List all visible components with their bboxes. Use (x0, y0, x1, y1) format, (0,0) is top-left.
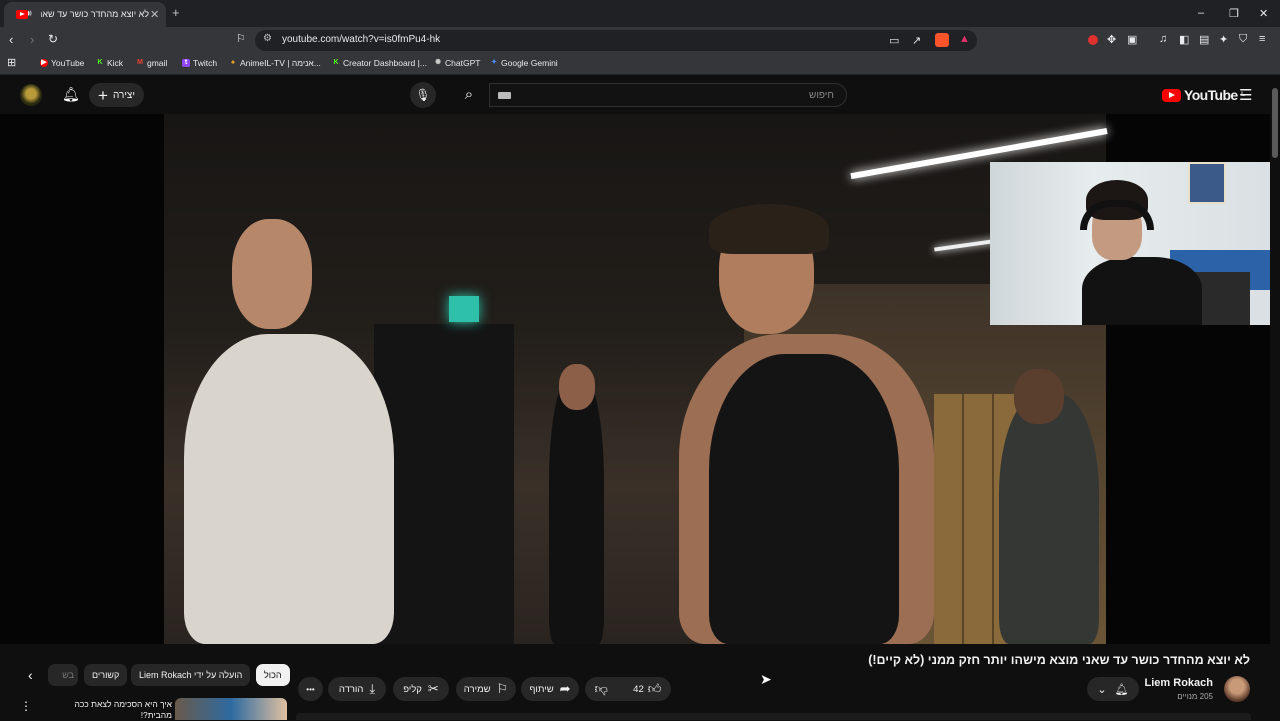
clip-button[interactable]: ✂ קליפ (393, 677, 449, 701)
plus-icon: + (98, 85, 108, 105)
brave-shield-icon[interactable] (935, 33, 949, 47)
subscription-bell-button[interactable]: ⌄ 🔔︎ (1087, 677, 1139, 701)
video-player[interactable] (0, 114, 1270, 644)
vpn-shield-icon[interactable]: ⛉ (1239, 33, 1247, 46)
video-title: לא יוצא מהחדר כושר עד שאני מוצא מישהו יו… (868, 653, 1250, 667)
youtube-logo[interactable]: YouTube IL (1162, 87, 1245, 103)
like-button[interactable]: 👍︎ 42 (633, 681, 661, 697)
download-icon: ⤓ (369, 681, 376, 696)
maximize-button[interactable]: ❐ (1229, 7, 1239, 20)
cast-icon[interactable]: ▭ (889, 34, 899, 47)
gemini-icon: ✦ (491, 59, 497, 66)
video-frame (164, 114, 1108, 644)
menu-icon[interactable]: ≡ (1259, 33, 1265, 45)
url-text[interactable]: youtube.com/watch?v=is0fmPu4-hk (282, 34, 440, 45)
tab-strip: ✕ 🔊︎ לא יוצא מהחדר כושר עד שאני מ + – ❐ … (0, 0, 1280, 27)
brave-rewards-icon[interactable]: ▲ (959, 33, 970, 45)
bookmark-page-icon[interactable]: ⚐ (236, 32, 246, 45)
more-icon: ••• (306, 684, 315, 694)
page-scrollbar[interactable] (1272, 88, 1278, 158)
youtube-favicon-icon (16, 10, 28, 19)
bookmarks-bar: ⊞ ▶ YouTube K Kick Mgmail t Twitch ♠ AnimeIL… (0, 53, 1280, 75)
channel-avatar[interactable] (1224, 676, 1250, 702)
bookmark-gemini[interactable]: ✦ Google Gemini (490, 58, 558, 68)
bell-icon: 🔔︎ (1114, 683, 1129, 696)
voice-search-button[interactable]: 🎙︎ (410, 82, 436, 108)
share-button[interactable]: ➦ שיתוף (521, 677, 579, 701)
notifications-bell-icon[interactable]: 🔔︎ (62, 86, 80, 103)
leo-ai-icon[interactable]: ✦ (1219, 33, 1228, 46)
chevron-left-icon[interactable]: ‹ (28, 667, 33, 683)
guide-menu-icon[interactable]: ☰ (1239, 86, 1252, 104)
share-page-icon[interactable]: ↗ (912, 34, 921, 47)
browser-tab[interactable]: ✕ 🔊︎ לא יוצא מהחדר כושר עד שאני מ (4, 2, 166, 27)
apps-grid-icon[interactable]: ⊞ (7, 56, 16, 69)
bookmark-creator-dashboard[interactable]: K Creator Dashboard |... (332, 58, 426, 68)
animeil-icon: ♠ (231, 59, 235, 66)
search-icon: ⌕ (464, 86, 474, 103)
bookmark-animeil[interactable]: ♠ AnimeIL-TV | אנימה... (229, 58, 321, 68)
save-bookmark-icon: ⚐ (496, 681, 509, 696)
youtube-icon: ▶ (40, 59, 48, 67)
create-label: יצירה (112, 89, 135, 101)
extension-red-icon[interactable] (1088, 35, 1098, 45)
description-box-edge (296, 713, 1251, 720)
mic-icon: 🎙︎ (415, 88, 431, 102)
gmail-icon: M (137, 59, 143, 66)
back-icon[interactable]: ‹ (9, 32, 13, 47)
mouse-cursor-icon: ➤ (760, 671, 772, 687)
chip-related[interactable]: קשורים (84, 664, 128, 686)
chip-uploaded-by[interactable]: הועלה על ידי Liem Rokach (131, 664, 251, 686)
address-bar[interactable]: ⚙ youtube.com/watch?v=is0fmPu4-hk ▭ ↗ ▲ (255, 30, 977, 51)
new-tab-button[interactable]: + (172, 5, 180, 20)
chip-partial[interactable]: בש (48, 664, 78, 686)
kick-icon: K (97, 59, 103, 66)
close-window-button[interactable]: ✕ (1259, 7, 1268, 20)
bookmark-youtube[interactable]: ▶ YouTube (40, 58, 84, 68)
search-placeholder: חיפוש (809, 90, 834, 101)
search-input[interactable]: חיפוש (489, 83, 847, 107)
webcam-overlay (990, 162, 1270, 325)
bookmark-gmail[interactable]: Mgmail (136, 58, 167, 68)
twitch-icon: t (182, 59, 190, 67)
extensions-puzzle-icon[interactable]: ✥ (1107, 33, 1116, 46)
chevron-down-icon: ⌄ (1097, 683, 1107, 696)
share-icon: ➦ (559, 681, 571, 696)
recommendation-title[interactable]: איך היא הסכימה לצאת ככה מהבית?! (62, 699, 172, 721)
wallet-icon[interactable]: ▤ (1199, 33, 1209, 46)
forward-icon[interactable]: › (30, 32, 34, 47)
kick-icon: K (333, 59, 339, 66)
subscriber-count: 205 מנויים (1177, 692, 1213, 701)
site-info-icon[interactable]: ⚙ (263, 33, 272, 44)
sidebar-icon[interactable]: ◧ (1179, 33, 1189, 46)
youtube-play-icon (1162, 88, 1181, 102)
keyboard-icon[interactable] (498, 92, 511, 99)
recommendation-menu-icon[interactable]: ⋮ (20, 699, 32, 713)
account-avatar[interactable] (20, 84, 42, 106)
dislike-button[interactable]: 👎︎ (595, 681, 608, 697)
bookmark-chatgpt[interactable]: ✺ ChatGPT (434, 58, 480, 68)
tab-title: לא יוצא מהחדר כושר עד שאני מ (41, 9, 149, 19)
like-icon: 👍︎ (647, 681, 662, 696)
create-button[interactable]: יצירה + (89, 83, 144, 107)
recommendation-thumbnail[interactable] (175, 698, 287, 720)
bookmark-kick[interactable]: K Kick (96, 58, 123, 68)
music-icon[interactable]: ♫ (1159, 33, 1167, 45)
save-button[interactable]: ⚐ שמירה (456, 677, 516, 701)
channel-name[interactable]: Liem Rokach (1145, 677, 1213, 689)
like-dislike-group: 👍︎ 42 👎︎ (585, 677, 671, 701)
minimize-button[interactable]: – (1198, 7, 1204, 19)
browser-toolbar: ‹ › ↻ ⚐ ⚙ youtube.com/watch?v=is0fmPu4-h… (0, 27, 1280, 53)
reload-icon[interactable]: ↻ (48, 32, 58, 46)
tab-close-icon[interactable]: ✕ (150, 8, 159, 21)
download-button[interactable]: ⤓ הורדה (328, 677, 386, 701)
youtube-header: 🔔︎ יצירה + 🎙︎ ⌕ חיפוש YouTube IL ☰ (0, 76, 1280, 114)
scissors-icon: ✂ (427, 681, 439, 696)
chip-all[interactable]: הכול (256, 664, 290, 686)
search-button[interactable]: ⌕ (451, 83, 487, 107)
chatgpt-icon: ✺ (435, 59, 441, 66)
bookmark-twitch[interactable]: t Twitch (182, 58, 217, 68)
extension-box-icon[interactable]: ▣ (1127, 33, 1137, 46)
more-actions-button[interactable]: ••• (298, 677, 323, 701)
